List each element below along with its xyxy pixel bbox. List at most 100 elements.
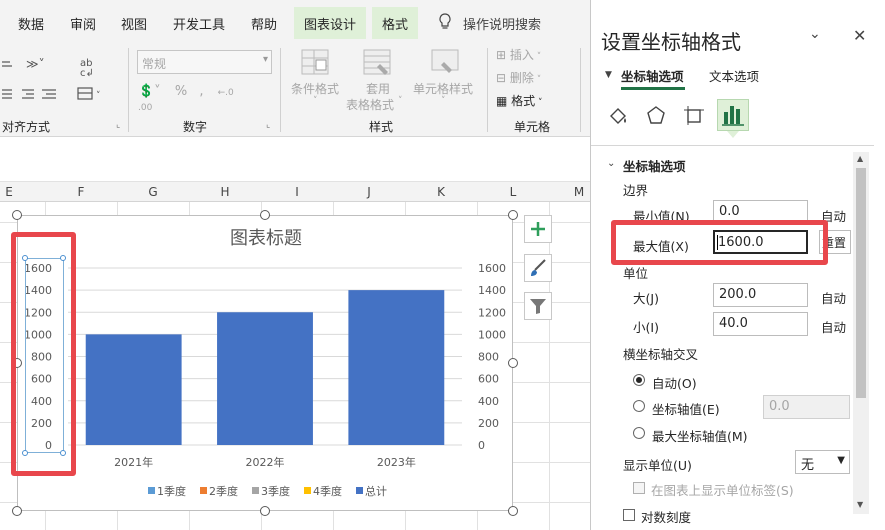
column-header[interactable]: I	[261, 182, 333, 202]
resize-handle[interactable]	[508, 358, 518, 368]
size-properties-icon[interactable]	[683, 104, 705, 129]
show-units-label[interactable]: 在图表上显示单位标签(S)	[651, 480, 794, 499]
chart-area[interactable]: 图表标题 1600 1400 1200 1000 800 600 400 200 0 1600 14…	[17, 215, 513, 511]
section-axis-options[interactable]: 坐标轴选项	[623, 156, 686, 175]
resize-handle[interactable]	[260, 506, 270, 516]
y2-tick-label: 600	[478, 373, 499, 386]
cells-group-label: 单元格	[514, 120, 551, 134]
column-header[interactable]: H	[189, 182, 261, 202]
cell-styles-icon[interactable]	[430, 48, 462, 81]
minor-auto-button[interactable]: 自动	[821, 317, 846, 336]
column-header[interactable]: L	[477, 182, 549, 202]
column-header[interactable]: J	[333, 182, 405, 202]
align-icons: ≫˅ ab c↲ ˅	[0, 54, 110, 107]
conditional-format-icon[interactable]	[300, 48, 332, 81]
comma-icon[interactable]: ,	[199, 84, 203, 99]
chart-title[interactable]: 图表标题	[230, 228, 302, 249]
log-scale-checkbox[interactable]	[623, 509, 635, 521]
cross-auto-radio[interactable]	[633, 374, 645, 386]
y2-tick-label: 800	[478, 351, 499, 364]
tell-me-search[interactable]: 操作说明搜索	[463, 14, 541, 33]
column-header[interactable]: G	[117, 182, 189, 202]
chart-styles-button[interactable]	[524, 254, 552, 282]
pane-scrollbar[interactable]: ▲ ▼	[853, 152, 869, 514]
collapse-icon[interactable]: ⌄	[607, 158, 615, 169]
styles-group-label: 样式	[369, 120, 394, 134]
highlight-box	[611, 220, 828, 265]
legend-label: 3季度	[261, 484, 290, 498]
tab-format[interactable]: 格式	[372, 7, 419, 39]
major-label: 大(J)	[633, 291, 659, 306]
minor-input[interactable]: 40.0	[713, 312, 808, 336]
cross-auto-label[interactable]: 自动(O)	[652, 373, 697, 392]
tab-review[interactable]: 审阅	[70, 14, 96, 33]
format-as-table-icon[interactable]	[362, 48, 394, 81]
resize-handle[interactable]	[12, 210, 22, 220]
legend-swatch	[252, 487, 259, 494]
format-as-table-line1[interactable]: 套用	[366, 80, 390, 97]
divider	[128, 48, 129, 132]
column-header[interactable]: E	[0, 182, 18, 202]
align-group-label: 对齐方式	[2, 120, 51, 134]
effects-icon[interactable]	[645, 104, 667, 129]
scroll-down-icon[interactable]: ▼	[857, 500, 863, 509]
number-format-buttons[interactable]: 💲˅ % , ←.0.00	[138, 84, 234, 114]
percent-icon[interactable]: %	[175, 84, 187, 99]
fill-line-icon[interactable]	[607, 104, 629, 129]
x-tick-label: 2023年	[377, 455, 416, 469]
tab-axis-options[interactable]: 坐标轴选项	[621, 66, 684, 85]
format-button[interactable]: ▦ 格式 ˅	[496, 92, 543, 109]
divider	[487, 48, 488, 132]
pane-title: 设置坐标轴格式	[601, 30, 741, 54]
cell-styles-button[interactable]: 单元格样式	[413, 80, 473, 97]
axis-options-icon[interactable]	[717, 99, 749, 131]
major-auto-button[interactable]: 自动	[821, 288, 846, 307]
scroll-up-icon[interactable]: ▲	[857, 154, 863, 163]
format-as-table-line2[interactable]: 表格格式	[346, 96, 394, 113]
chart-elements-button[interactable]	[524, 215, 552, 243]
lightbulb-icon	[438, 13, 452, 34]
close-icon[interactable]: ✕	[853, 26, 866, 45]
resize-handle[interactable]	[508, 506, 518, 516]
insert-button[interactable]: ⊞ 插入 ˅	[496, 46, 541, 63]
y2-tick-label: 1600	[478, 262, 506, 275]
bar-总计	[348, 290, 445, 445]
cross-max-label[interactable]: 最大坐标轴值(M)	[652, 426, 748, 445]
currency-icon[interactable]: 💲˅	[138, 84, 161, 99]
divider	[591, 145, 874, 146]
chart-filters-button[interactable]	[524, 292, 552, 320]
tab-data[interactable]: 数据	[18, 14, 44, 33]
display-units-select[interactable]: 无 ▼	[795, 450, 850, 474]
cells-buttons: ⊞ 插入 ˅ ⊟ 删除 ˅ ▦ 格式 ˅	[496, 46, 576, 116]
tab-help[interactable]: 帮助	[251, 14, 277, 33]
cross-value-label[interactable]: 坐标轴值(E)	[652, 399, 720, 418]
cross-value-radio[interactable]	[633, 400, 645, 412]
cross-value-input[interactable]: 0.0	[763, 395, 850, 419]
ribbon-tab-bar: 数据 审阅 视图 开发工具 帮助 图表设计 格式 操作说明搜索	[0, 0, 590, 44]
align-launcher-icon[interactable]: ⌞	[116, 120, 120, 130]
scroll-thumb[interactable]	[856, 168, 866, 398]
svg-text:˅: ˅	[96, 91, 101, 101]
number-launcher-icon[interactable]: ⌞	[266, 120, 270, 130]
delete-button[interactable]: ⊟ 删除 ˅	[496, 69, 541, 86]
tab-view[interactable]: 视图	[121, 14, 147, 33]
resize-handle[interactable]	[260, 210, 270, 220]
cross-max-radio[interactable]	[633, 427, 645, 439]
resize-handle[interactable]	[12, 506, 22, 516]
column-header[interactable]: F	[45, 182, 117, 202]
major-input[interactable]: 200.0	[713, 283, 808, 307]
tab-developer[interactable]: 开发工具	[173, 14, 225, 33]
log-scale-label[interactable]: 对数刻度	[641, 507, 691, 526]
resize-handle[interactable]	[508, 210, 518, 220]
number-format-select[interactable]: 常规 ▾	[137, 50, 272, 74]
y2-tick-label: 1200	[478, 306, 506, 319]
tab-chart-design[interactable]: 图表设计	[294, 7, 367, 39]
column-header[interactable]: K	[405, 182, 477, 202]
bar-总计	[217, 312, 313, 445]
show-units-checkbox[interactable]	[633, 482, 645, 494]
tab-text-options[interactable]: 文本选项	[709, 66, 759, 85]
chevron-down-icon[interactable]: ⌄	[809, 26, 821, 42]
conditional-format-button[interactable]: 条件格式	[291, 80, 339, 97]
gridline	[549, 202, 550, 530]
svg-text:≫˅: ≫˅	[26, 57, 45, 71]
